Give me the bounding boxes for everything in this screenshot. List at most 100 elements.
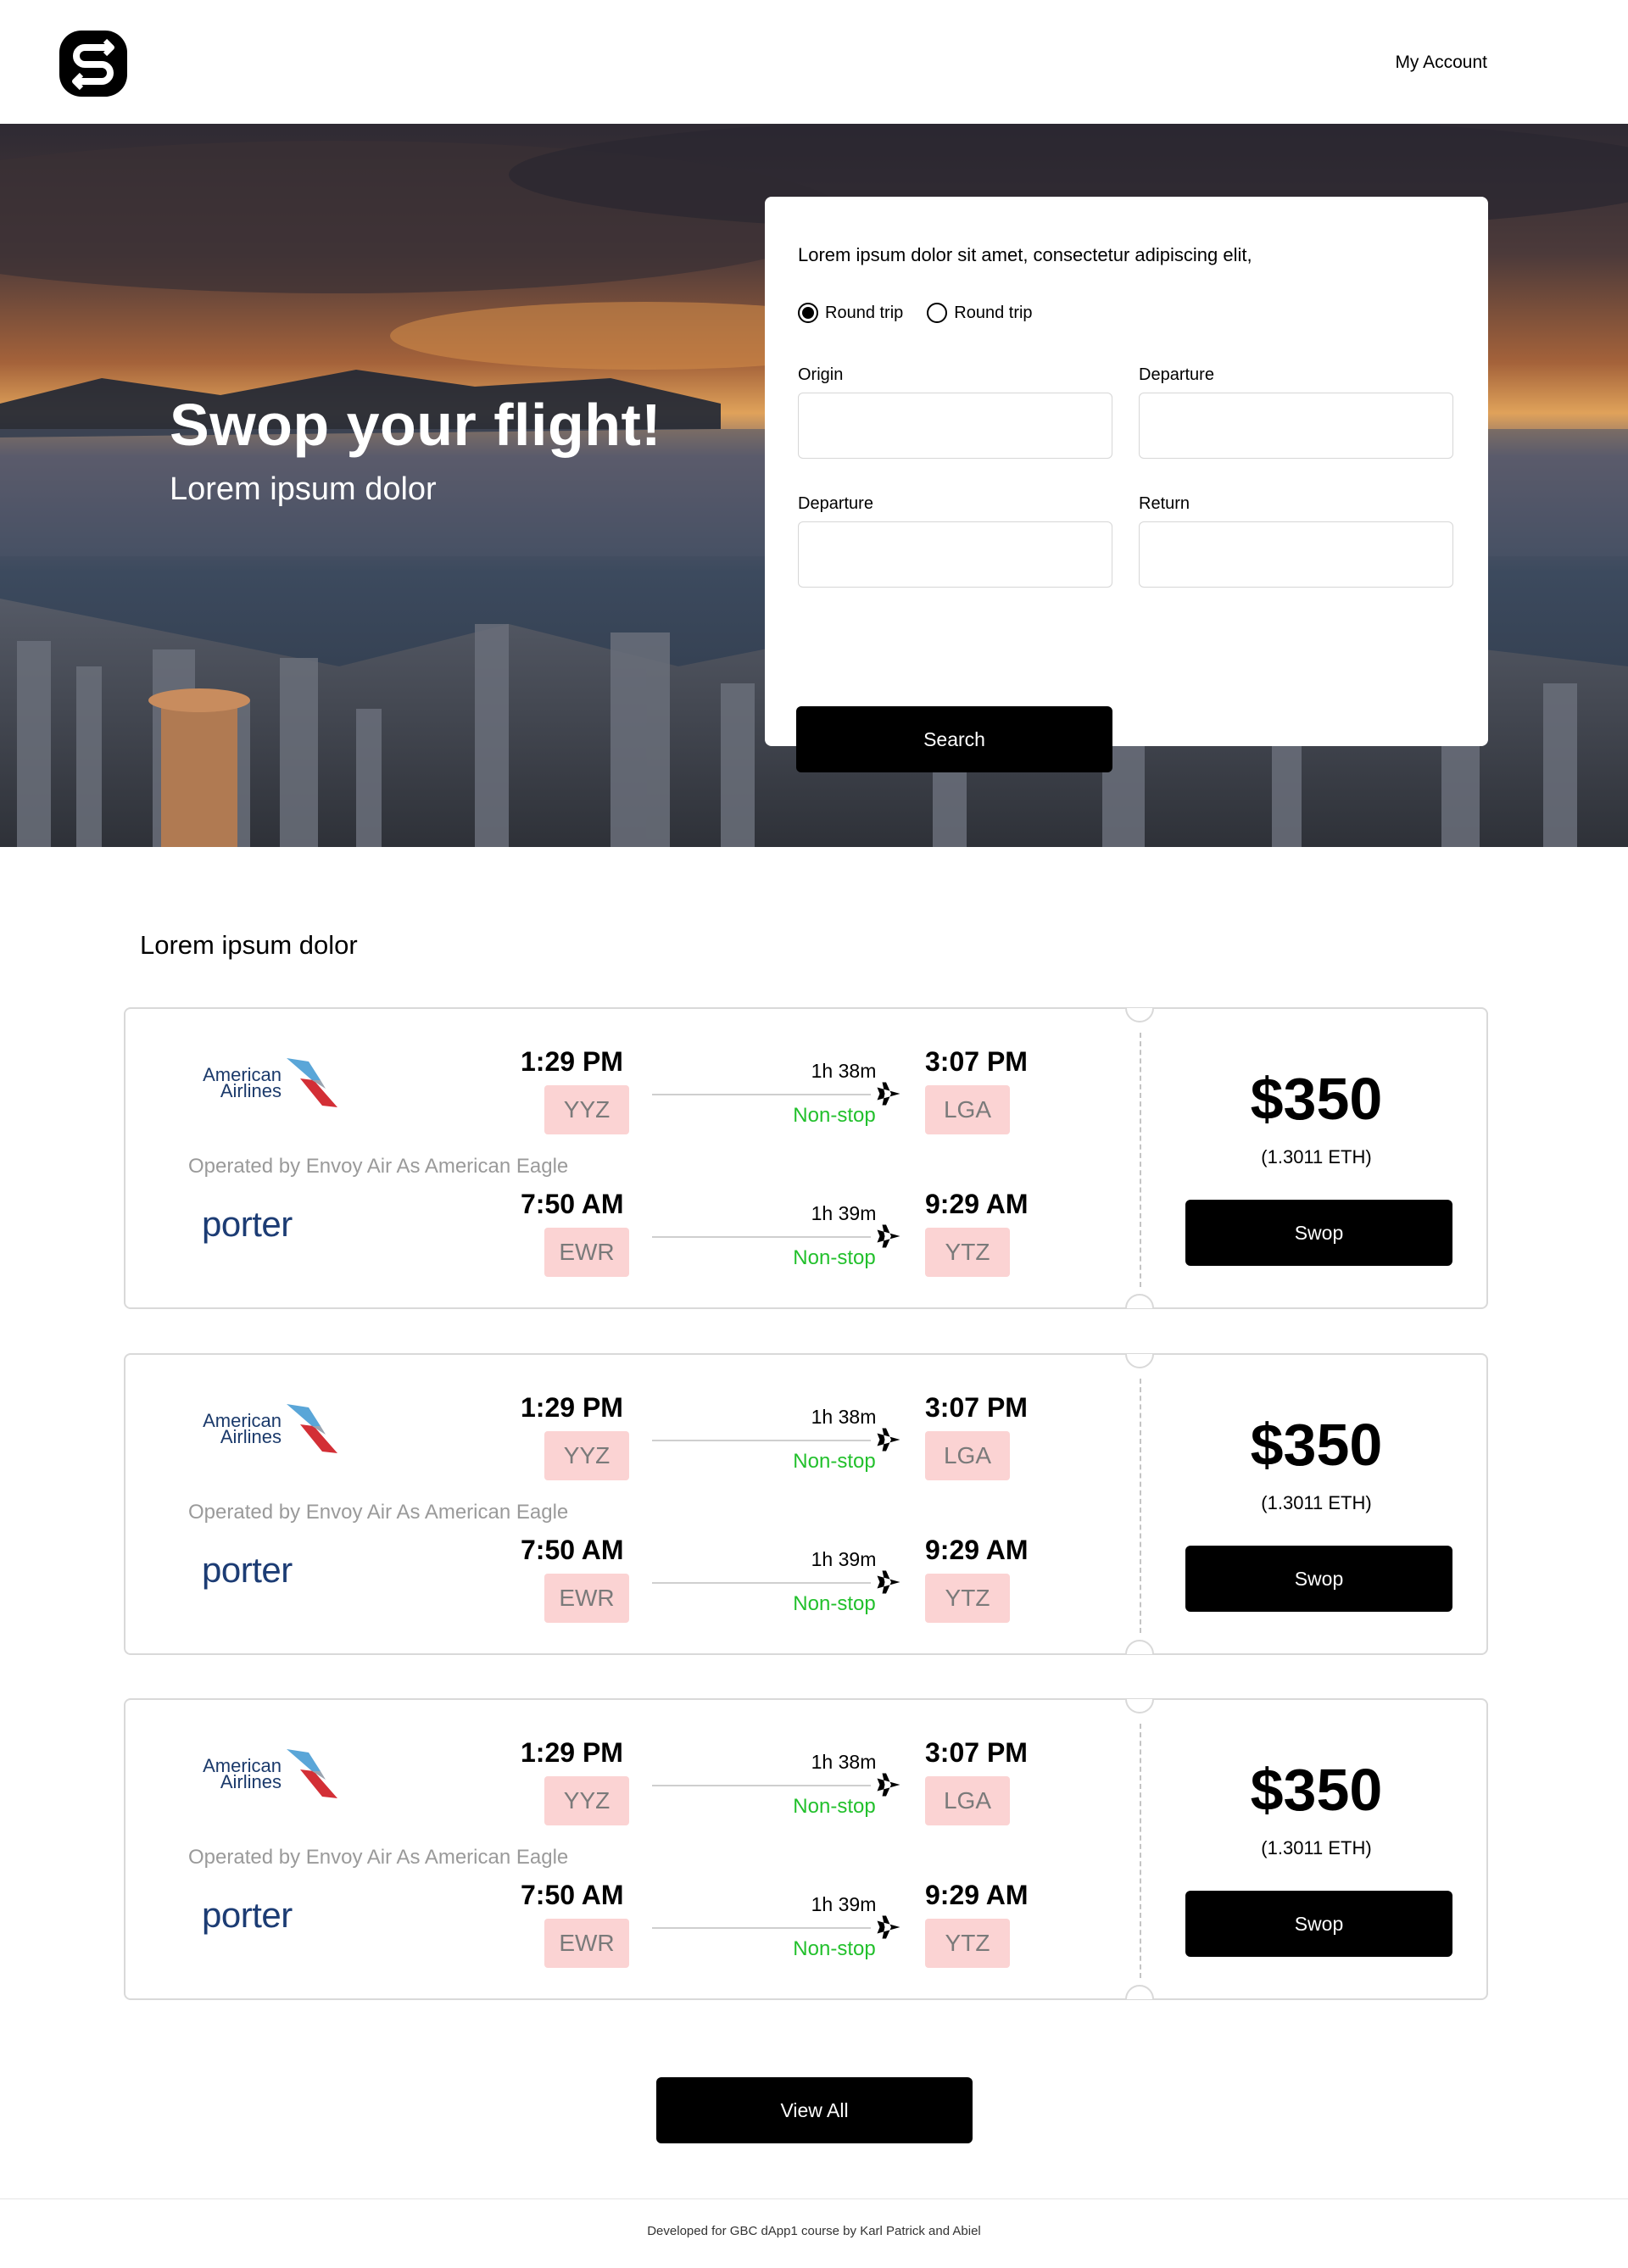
depart-time: 1:29 PM xyxy=(521,1392,623,1423)
aa-flightsymbol-icon xyxy=(287,1404,337,1453)
arrive-time: 3:07 PM xyxy=(925,1737,1028,1768)
depart-time: 7:50 AM xyxy=(521,1880,624,1910)
arrive-airport-code: YTZ xyxy=(925,1919,1010,1968)
trip-type-radio-group: Round trip Round trip xyxy=(798,303,1033,323)
airline-name: American Airlines xyxy=(203,1410,282,1447)
return-input[interactable] xyxy=(1139,521,1453,588)
flight-search-card: Lorem ipsum dolor sit amet, consectetur … xyxy=(765,197,1488,772)
arrive-time: 3:07 PM xyxy=(925,1392,1028,1423)
airline-name: American Airlines xyxy=(203,1064,282,1101)
radio-selected-icon[interactable] xyxy=(798,303,818,323)
depart-time: 7:50 AM xyxy=(521,1535,624,1565)
price: $350 xyxy=(1250,1412,1383,1478)
depart-time: 1:29 PM xyxy=(521,1737,623,1768)
arrive-time: 9:29 AM xyxy=(925,1535,1029,1565)
departure-date-input[interactable] xyxy=(798,521,1112,588)
route-line xyxy=(652,1440,871,1441)
depart-time: 1:29 PM xyxy=(521,1046,623,1077)
hero-banner: Swop your flight! Lorem ipsum dolor Lore… xyxy=(0,124,1628,847)
arrive-airport-code: LGA xyxy=(925,1085,1010,1134)
american-airlines-logo: American Airlines xyxy=(200,1055,344,1114)
trip-type-option-2[interactable]: Round trip xyxy=(927,303,1033,323)
ticket-divider xyxy=(1140,1033,1141,1287)
flight-card[interactable]: American Airlines Operated by Envoy Air … xyxy=(124,1353,1488,1655)
porter-logo: porter xyxy=(202,1895,293,1935)
stops-label: Non-stop xyxy=(793,1246,876,1269)
route-line xyxy=(652,1927,871,1929)
depart-airport-code: YYZ xyxy=(544,1085,629,1134)
porter-logo: porter xyxy=(202,1550,293,1590)
aa-flightsymbol-icon xyxy=(287,1749,337,1798)
arrive-time: 3:07 PM xyxy=(925,1046,1028,1077)
ticket-divider xyxy=(1140,1724,1141,1978)
route-line xyxy=(652,1094,871,1095)
route-line xyxy=(652,1236,871,1238)
depart-airport-code: EWR xyxy=(544,1228,629,1277)
origin-input[interactable] xyxy=(798,393,1112,459)
price: $350 xyxy=(1250,1066,1383,1132)
stops-label: Non-stop xyxy=(793,1592,876,1615)
return-label: Return xyxy=(1139,494,1190,513)
departure-date-label: Departure xyxy=(798,494,873,513)
arrive-time: 9:29 AM xyxy=(925,1880,1029,1910)
airline-name: American Airlines xyxy=(203,1755,282,1792)
search-button[interactable]: Search xyxy=(796,706,1112,772)
aa-flightsymbol-icon xyxy=(287,1058,337,1107)
porter-logo: porter xyxy=(202,1204,293,1244)
arrive-airport-code: LGA xyxy=(925,1431,1010,1480)
flight-card[interactable]: American Airlines Operated by Envoy Air … xyxy=(124,1698,1488,2000)
swop-button[interactable]: Swop xyxy=(1185,1546,1452,1612)
swop-button[interactable]: Swop xyxy=(1185,1891,1452,1957)
ticket-notch xyxy=(1125,1640,1154,1654)
ticket-divider xyxy=(1140,1379,1141,1633)
price-eth: (1.3011 ETH) xyxy=(1261,1837,1372,1858)
footer-credits: Developed for GBC dApp1 course by Karl P… xyxy=(647,2224,981,2238)
trip-type-option-1[interactable]: Round trip xyxy=(798,303,903,323)
stops-label: Non-stop xyxy=(793,1795,876,1818)
stops-label: Non-stop xyxy=(793,1104,876,1127)
arrive-airport-code: YTZ xyxy=(925,1228,1010,1277)
hero-title: Swop your flight! xyxy=(170,392,662,458)
operated-by-text: Operated by Envoy Air As American Eagle xyxy=(188,1846,569,1869)
radio-unselected-icon[interactable] xyxy=(927,303,948,323)
swop-button[interactable]: Swop xyxy=(1185,1200,1452,1266)
arrive-airport-code: YTZ xyxy=(925,1574,1010,1623)
operated-by-text: Operated by Envoy Air As American Eagle xyxy=(188,1155,569,1178)
depart-airport-code: YYZ xyxy=(544,1431,629,1480)
footer-divider xyxy=(0,2198,1628,2199)
trip-type-label: Round trip xyxy=(825,303,904,322)
arrive-airport-code: LGA xyxy=(925,1776,1010,1825)
ticket-notch xyxy=(1125,1985,1154,1999)
depart-time: 7:50 AM xyxy=(521,1189,624,1219)
flight-card[interactable]: American Airlines Operated by Envoy Air … xyxy=(124,1007,1488,1309)
ticket-notch xyxy=(1125,1008,1154,1023)
price-eth: (1.3011 ETH) xyxy=(1261,1492,1372,1513)
ticket-notch xyxy=(1125,1699,1154,1714)
operated-by-text: Operated by Envoy Air As American Eagle xyxy=(188,1501,569,1524)
top-header: My Account xyxy=(0,0,1628,124)
depart-airport-code: YYZ xyxy=(544,1776,629,1825)
origin-label: Origin xyxy=(798,365,844,384)
ticket-notch xyxy=(1125,1354,1154,1368)
stops-label: Non-stop xyxy=(793,1937,876,1960)
my-account-link[interactable]: My Account xyxy=(1395,53,1487,73)
hero-subtitle: Lorem ipsum dolor xyxy=(170,471,437,507)
departure-input[interactable] xyxy=(1139,393,1453,459)
swop-logo[interactable] xyxy=(59,31,127,97)
route-line xyxy=(652,1582,871,1584)
price: $350 xyxy=(1250,1757,1383,1823)
search-description: Lorem ipsum dolor sit amet, consectetur … xyxy=(798,244,1252,265)
route-line xyxy=(652,1785,871,1786)
trip-type-label: Round trip xyxy=(954,303,1033,322)
depart-airport-code: EWR xyxy=(544,1574,629,1623)
american-airlines-logo: American Airlines xyxy=(200,1401,344,1460)
ticket-notch xyxy=(1125,1294,1154,1308)
depart-airport-code: EWR xyxy=(544,1919,629,1968)
price-eth: (1.3011 ETH) xyxy=(1261,1146,1372,1167)
american-airlines-logo: American Airlines xyxy=(200,1746,344,1805)
stops-label: Non-stop xyxy=(793,1450,876,1473)
arrive-time: 9:29 AM xyxy=(925,1189,1029,1219)
view-all-button[interactable]: View All xyxy=(656,2077,973,2143)
section-title: Lorem ipsum dolor xyxy=(140,930,358,960)
departure-label: Departure xyxy=(1139,365,1214,384)
